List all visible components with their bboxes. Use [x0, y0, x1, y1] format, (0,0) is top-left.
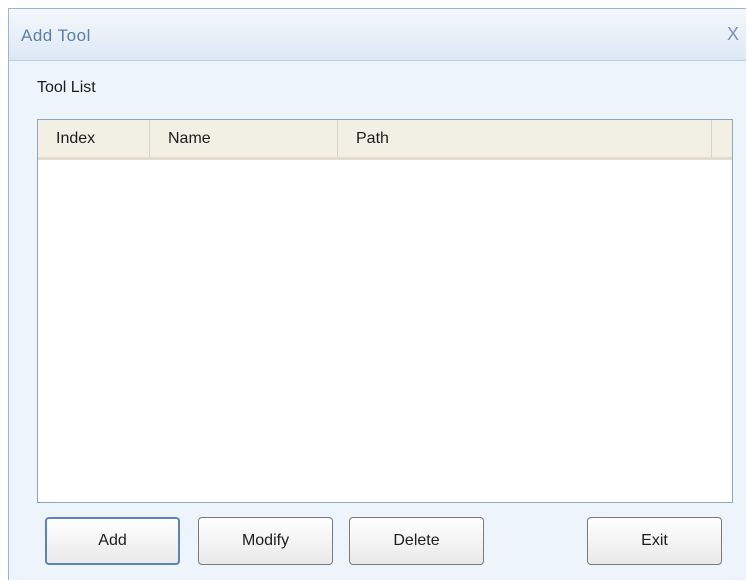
delete-button[interactable]: Delete	[349, 517, 484, 565]
tool-list-label: Tool List	[37, 79, 96, 96]
add-tool-dialog: Add Tool X Tool List Index Name Path Add…	[8, 8, 746, 580]
column-header-filler	[712, 120, 734, 157]
add-button[interactable]: Add	[45, 517, 180, 565]
close-icon[interactable]: X	[720, 23, 746, 45]
exit-button[interactable]: Exit	[587, 517, 722, 565]
modify-button[interactable]: Modify	[198, 517, 333, 565]
list-header: Index Name Path	[38, 120, 732, 160]
column-header-path[interactable]: Path	[338, 120, 712, 157]
column-header-name[interactable]: Name	[150, 120, 338, 157]
list-body[interactable]	[38, 160, 732, 502]
tool-list-view[interactable]: Index Name Path	[37, 119, 733, 503]
window-title: Add Tool	[21, 26, 91, 45]
column-header-index[interactable]: Index	[38, 120, 150, 157]
title-bar[interactable]: Add Tool X	[9, 9, 746, 61]
